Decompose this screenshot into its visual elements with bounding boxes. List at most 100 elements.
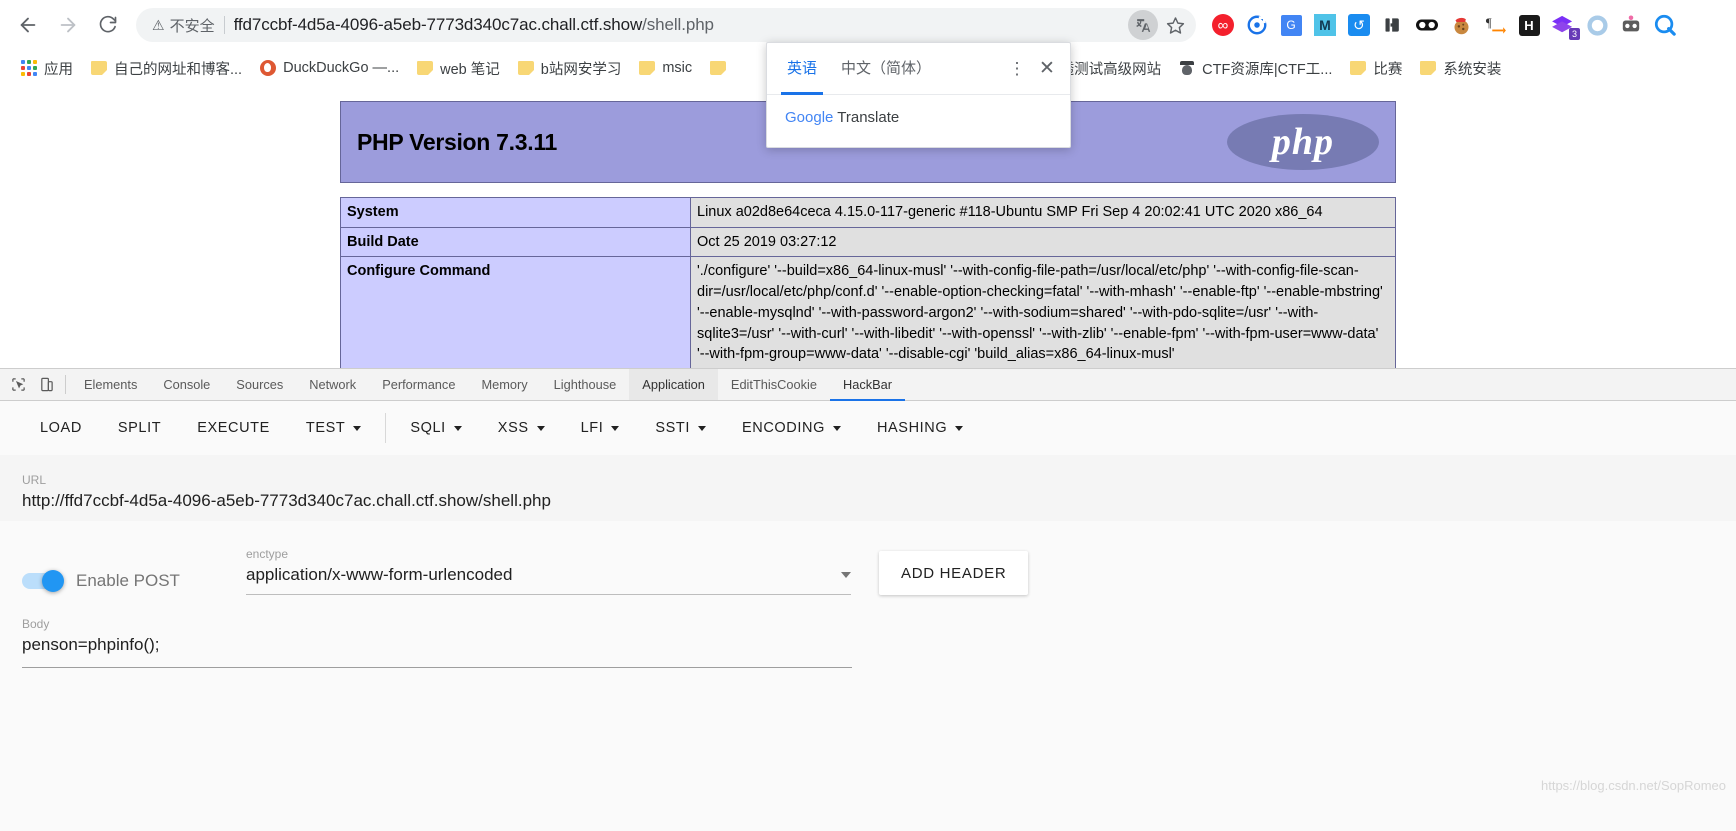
bookmark-item-5[interactable]: msic	[630, 56, 701, 80]
devtools-tab-editthiscookie[interactable]: EditThisCookie	[718, 369, 830, 400]
enctype-select[interactable]: application/x-www-form-urlencoded	[246, 565, 851, 595]
bookmark-label: 应用	[44, 58, 73, 79]
devtools-tab-performance[interactable]: Performance	[369, 369, 468, 400]
google-translate-icon[interactable]: G	[1278, 12, 1304, 38]
bookmark-item-1[interactable]: 自己的网址和博客...	[82, 54, 251, 83]
bookmark-label: 系统安装	[1443, 58, 1501, 79]
devtools-tab-network[interactable]: Network	[296, 369, 369, 400]
hackbar-button-label: LFI	[581, 420, 604, 436]
bookmark-item-3[interactable]: web 笔记	[408, 54, 509, 83]
devtools-tab-sources[interactable]: Sources	[223, 369, 296, 400]
mask-robot-icon[interactable]	[1618, 12, 1644, 38]
hackbar-execute-button[interactable]: EXECUTE	[179, 410, 288, 446]
google-brand-text: Google	[785, 109, 833, 126]
omnibox-divider	[224, 16, 225, 34]
layers-icon[interactable]: 3	[1550, 12, 1576, 38]
cookie-santa-icon[interactable]	[1448, 12, 1474, 38]
puzzle-icon[interactable]	[1380, 12, 1406, 38]
table-cell-value: './configure' '--build=x86_64-linux-musl…	[691, 257, 1396, 370]
target-icon[interactable]	[1244, 12, 1270, 38]
devtools-tab-elements[interactable]: Elements	[71, 369, 150, 400]
bookmark-item-4[interactable]: b站网安学习	[509, 54, 631, 83]
inspect-element-icon[interactable]	[4, 369, 32, 400]
hackbar-h-icon[interactable]: H	[1516, 12, 1542, 38]
devtools-tab-application[interactable]: Application	[629, 369, 718, 400]
paragraph-arrow-icon[interactable]: ¶	[1482, 12, 1508, 38]
folder-icon	[710, 61, 726, 75]
hackbar-button-label: ENCODING	[742, 420, 825, 436]
chevron-down-icon	[611, 426, 619, 431]
back-button[interactable]	[10, 7, 46, 43]
translate-tab-chinese[interactable]: 中文（简体）	[829, 43, 943, 95]
body-field-label: Body	[22, 617, 1714, 631]
hackbar-button-label: SQLI	[410, 420, 445, 436]
url-path: /shell.php	[642, 15, 714, 34]
hackbar-lfi-menu[interactable]: LFI	[563, 410, 638, 446]
ring-icon[interactable]	[1584, 12, 1610, 38]
hackbar-test-menu[interactable]: TEST	[288, 410, 379, 446]
infinity-icon[interactable]: ∞	[1210, 12, 1236, 38]
bookmark-item-duckduckgo[interactable]: DuckDuckGo —...	[251, 56, 408, 80]
chevron-down-icon	[353, 426, 361, 431]
hackbar-ssti-menu[interactable]: SSTI	[637, 410, 724, 446]
hackbar-body-section: Body penson=phpinfo();	[0, 595, 1736, 668]
phpinfo-table: System Linux a02d8e64ceca 4.15.0-117-gen…	[340, 197, 1396, 370]
svg-text:¶: ¶	[1486, 16, 1492, 30]
table-cell-key: Build Date	[341, 227, 691, 257]
bookmark-item-10[interactable]: 系统安装	[1411, 54, 1510, 83]
bookmark-label: msic	[662, 60, 692, 76]
translate-icon[interactable]	[1128, 10, 1158, 40]
bookmark-item-ctf[interactable]: CTF资源库|CTF工...	[1170, 54, 1341, 83]
forward-button[interactable]	[50, 7, 86, 43]
translate-popup: 英语 中文（简体） ⋮ ✕ Google Translate	[766, 42, 1071, 148]
hackbar-sqli-menu[interactable]: SQLI	[392, 410, 479, 446]
bookmark-label: web 笔记	[440, 58, 500, 79]
table-cell-key: Configure Command	[341, 257, 691, 370]
devtools-tab-console[interactable]: Console	[150, 369, 223, 400]
reload-button[interactable]	[90, 7, 126, 43]
url-display[interactable]: ffd7ccbf-4d5a-4096-a5eb-7773d340c7ac.cha…	[234, 15, 1128, 35]
bookmark-label: 自己的网址和博客...	[114, 58, 242, 79]
url-input[interactable]: http://ffd7ccbf-4d5a-4096-a5eb-7773d340c…	[22, 491, 1714, 521]
enable-post-toggle[interactable]: Enable POST	[22, 571, 246, 595]
devtools-tab-hackbar[interactable]: HackBar	[830, 369, 905, 400]
security-indicator[interactable]: ⚠ 不安全	[152, 15, 215, 36]
device-toolbar-icon[interactable]	[32, 369, 60, 400]
bookmark-star-icon[interactable]	[1160, 10, 1190, 40]
hackbar-button-label: TEST	[306, 420, 345, 436]
hackbar-button-label: XSS	[498, 420, 529, 436]
table-cell-value: Linux a02d8e64ceca 4.15.0-117-generic #1…	[691, 198, 1396, 228]
bookmark-apps[interactable]: 应用	[12, 54, 82, 83]
close-icon[interactable]: ✕	[1032, 57, 1062, 80]
hackbar-load-button[interactable]: LOAD	[22, 410, 100, 446]
hackbar-split-button[interactable]: SPLIT	[100, 410, 179, 446]
bookmark-item-6[interactable]	[701, 57, 742, 79]
hackbar-button-label: SPLIT	[118, 420, 161, 436]
folder-icon	[91, 61, 107, 75]
hackbar-encoding-menu[interactable]: ENCODING	[724, 410, 859, 446]
toggle-switch[interactable]	[22, 573, 62, 589]
enctype-value: application/x-www-form-urlencoded	[246, 565, 512, 585]
url-host: ffd7ccbf-4d5a-4096-a5eb-7773d340c7ac.cha…	[234, 15, 643, 34]
hackbar-hashing-menu[interactable]: HASHING	[859, 410, 981, 446]
chevron-down-icon	[955, 426, 963, 431]
markdown-icon[interactable]: M	[1312, 12, 1338, 38]
hackbar-xss-menu[interactable]: XSS	[480, 410, 563, 446]
history-icon[interactable]: ↺	[1346, 12, 1372, 38]
omnibox-actions	[1128, 10, 1190, 40]
devtools-tab-memory[interactable]: Memory	[468, 369, 540, 400]
bookmark-label: DuckDuckGo —...	[283, 60, 399, 76]
search-circle-icon[interactable]	[1652, 12, 1678, 38]
translate-tab-english[interactable]: 英语	[775, 43, 829, 95]
hackbar-panel: LOAD SPLIT EXECUTE TEST SQLI XSS LFI SST…	[0, 401, 1736, 831]
devtools-tab-lighthouse[interactable]: Lighthouse	[541, 369, 630, 400]
more-vertical-icon[interactable]: ⋮	[1002, 60, 1032, 77]
bookmark-item-9[interactable]: 比赛	[1341, 54, 1411, 83]
warning-triangle-icon: ⚠	[152, 17, 165, 34]
glasses-icon[interactable]	[1414, 12, 1440, 38]
bookmark-label: CTF资源库|CTF工...	[1202, 58, 1332, 79]
omnibox[interactable]: ⚠ 不安全 ffd7ccbf-4d5a-4096-a5eb-7773d340c7…	[136, 8, 1196, 42]
add-header-button[interactable]: ADD HEADER	[879, 551, 1028, 595]
watermark: https://blog.csdn.net/SopRomeo	[1541, 778, 1726, 793]
body-input[interactable]: penson=phpinfo();	[22, 635, 852, 668]
